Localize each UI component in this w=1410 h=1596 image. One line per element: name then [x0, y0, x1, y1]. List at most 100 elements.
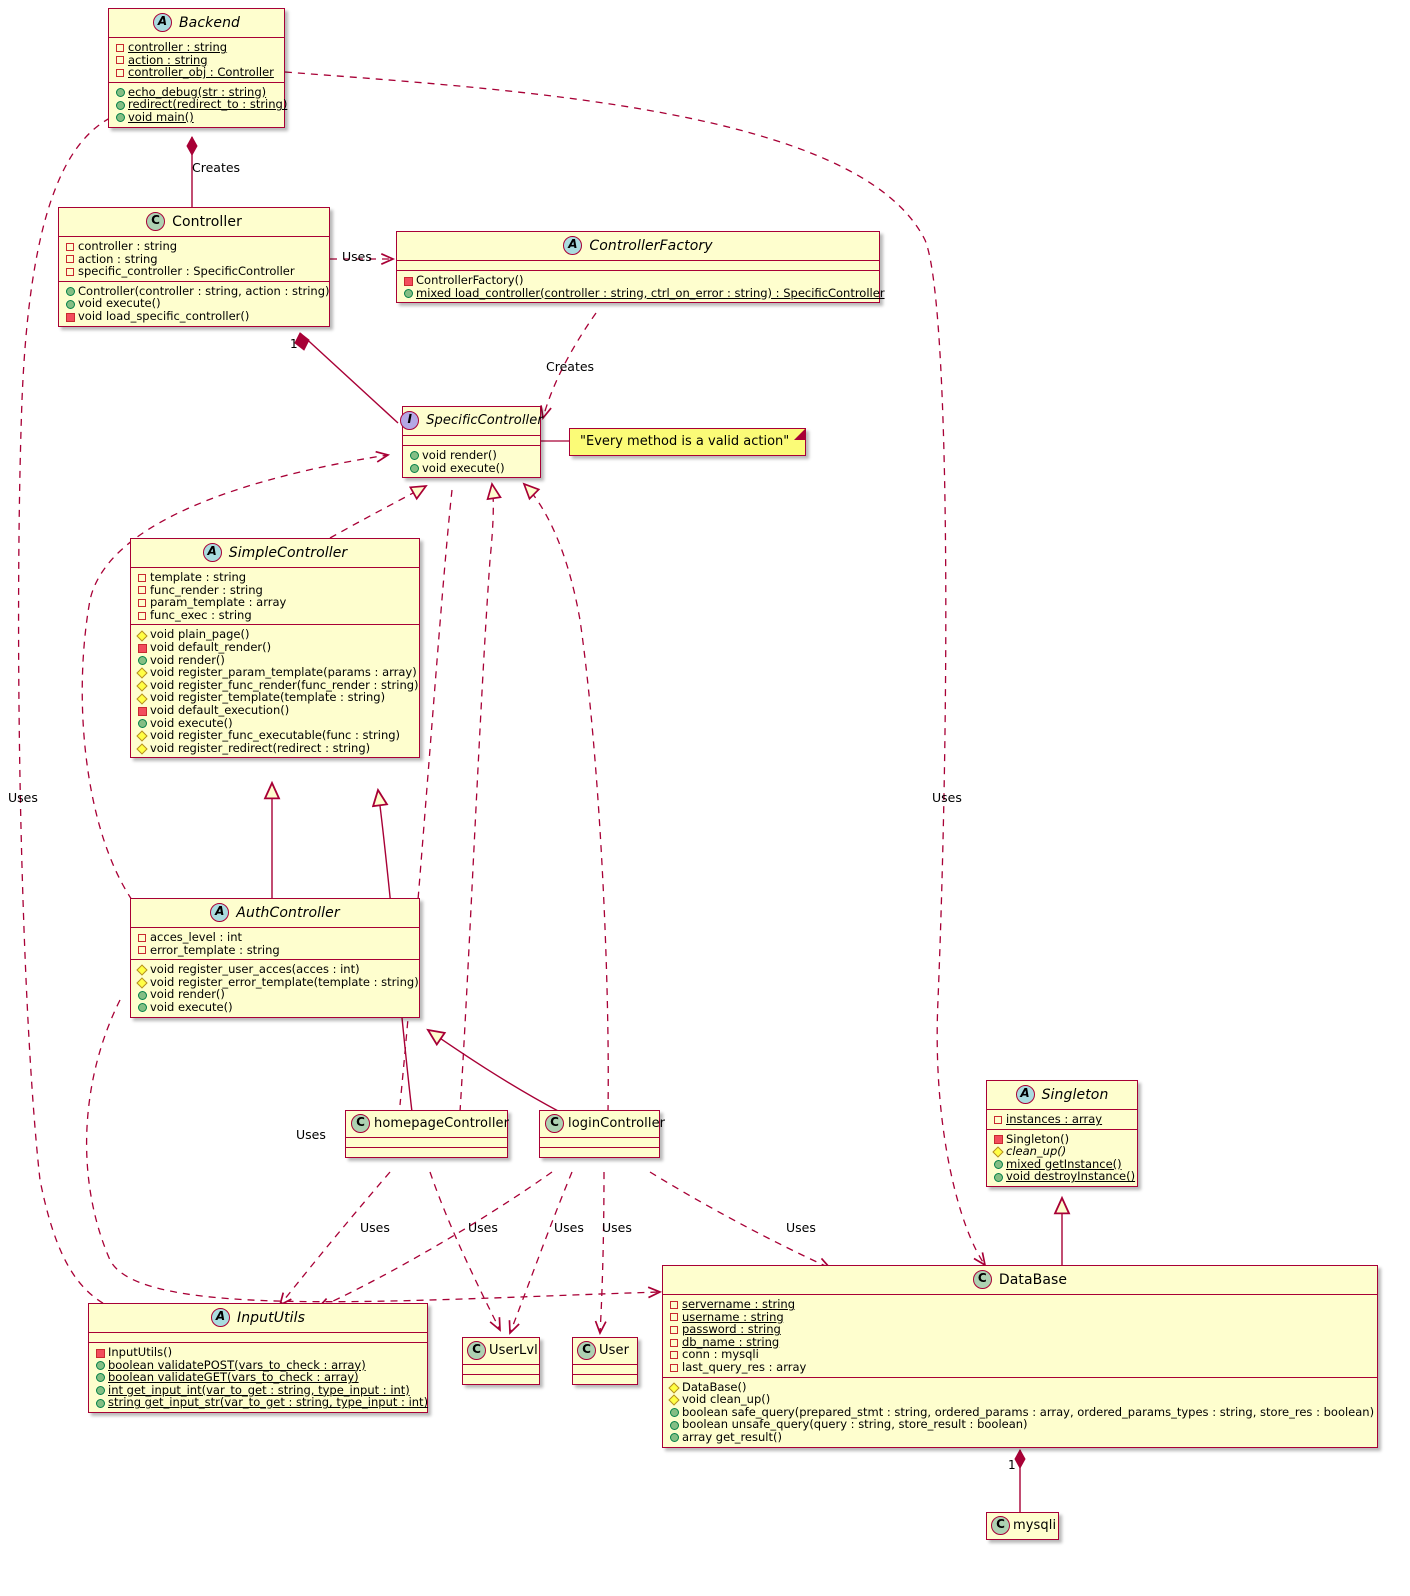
- package-visibility-icon: [65, 242, 74, 251]
- class-box-backend[interactable]: A Backend controller : string action : s…: [108, 8, 287, 128]
- abstract-badge-icon: A: [563, 236, 583, 255]
- method-row: void execute(): [136, 1001, 415, 1014]
- class-badge-icon: C: [972, 1270, 992, 1289]
- class-box-userlvl[interactable]: C UserLvl: [462, 1337, 540, 1385]
- package-visibility-icon: [137, 933, 146, 942]
- public-visibility-icon: [137, 1003, 147, 1013]
- class-header-controller: C Controller: [59, 208, 329, 236]
- class-box-controller[interactable]: C Controller controller : string action …: [58, 207, 330, 327]
- method-row: void load_specific_controller(): [64, 310, 325, 323]
- class-box-mysqli[interactable]: C mysqli: [986, 1512, 1059, 1540]
- protected-visibility-icon: [137, 630, 146, 639]
- package-visibility-icon: [65, 267, 74, 276]
- class-box-specificcontroller[interactable]: I SpecificController void render() void …: [400, 406, 543, 479]
- attribute-row: servername : string: [668, 1298, 1373, 1311]
- class-box-database[interactable]: C DataBase servername : string username …: [662, 1265, 1378, 1448]
- attributes-compartment-user: [573, 1364, 637, 1374]
- attributes-compartment-simplecontroller: template : string func_render : string p…: [131, 567, 419, 624]
- class-box-homepagecontroller[interactable]: C homepageController: [345, 1110, 510, 1158]
- methods-compartment-singleton: Singleton() clean_up() mixed getInstance…: [987, 1128, 1137, 1186]
- class-box-simplecontroller[interactable]: A SimpleController template : string fun…: [130, 538, 420, 759]
- attributes-compartment-authcontroller: acces_level : int error_template : strin…: [131, 927, 419, 959]
- abstract-badge-icon: A: [1015, 1085, 1035, 1104]
- note-every-method-valid-action: "Every method is a valid action": [569, 428, 807, 456]
- public-visibility-icon: [669, 1408, 679, 1418]
- class-box-logincontroller[interactable]: C loginController: [539, 1110, 665, 1158]
- public-visibility-icon: [95, 1373, 105, 1383]
- methods-compartment-user: [573, 1374, 637, 1384]
- public-visibility-icon: [95, 1386, 105, 1396]
- methods-compartment-userlvl: [463, 1374, 539, 1384]
- attribute-row: func_exec : string: [136, 609, 415, 622]
- attribute-row: last_query_res : array: [668, 1361, 1373, 1374]
- class-header-controllerfactory: A ControllerFactory: [397, 232, 879, 260]
- attribute-row: specific_controller : SpecificController: [64, 265, 325, 278]
- package-visibility-icon: [115, 43, 124, 52]
- package-visibility-icon: [993, 1115, 1002, 1124]
- method-row: ControllerFactory(): [402, 274, 875, 287]
- attributes-compartment-homepagecontroller: [346, 1137, 507, 1147]
- attribute-row: controller : string: [114, 41, 280, 54]
- class-name-controller: Controller: [172, 213, 242, 230]
- public-visibility-icon: [409, 463, 419, 473]
- attributes-compartment-backend: controller : string action : string cont…: [109, 37, 284, 82]
- multiplicity-controller-specificcontroller: 1: [290, 337, 298, 351]
- protected-visibility-icon: [137, 681, 146, 690]
- methods-compartment-logincontroller: [540, 1147, 659, 1157]
- methods-compartment-simplecontroller: void plain_page() void default_render() …: [131, 624, 419, 757]
- class-box-inpututils[interactable]: A InputUtils InputUtils() boolean valida…: [88, 1303, 428, 1413]
- protected-visibility-icon: [137, 668, 146, 677]
- private-visibility-icon: [993, 1134, 1003, 1145]
- method-row: clean_up(): [992, 1145, 1133, 1158]
- attribute-row: controller : string: [64, 240, 325, 253]
- attributes-compartment-singleton: instances : array: [987, 1109, 1137, 1129]
- package-visibility-icon: [669, 1300, 678, 1309]
- edge-label-uses-inpututils-2: Uses: [468, 1220, 498, 1235]
- methods-compartment-authcontroller: void register_user_acces(acces : int) vo…: [131, 959, 419, 1016]
- public-visibility-icon: [65, 287, 75, 297]
- class-name-logincontroller: loginController: [568, 1116, 666, 1131]
- class-header-backend: A Backend: [109, 9, 284, 37]
- method-row: void register_user_acces(acces : int): [136, 963, 415, 976]
- class-box-authcontroller[interactable]: A AuthController acces_level : int error…: [130, 898, 420, 1018]
- class-name-user: User: [599, 1343, 630, 1358]
- methods-compartment-controllerfactory: ControllerFactory() mixed load_controlle…: [397, 270, 885, 302]
- class-box-controllerfactory[interactable]: A ControllerFactory ControllerFactory() …: [396, 231, 885, 304]
- package-visibility-icon: [137, 573, 146, 582]
- class-name-singleton: Singleton: [1041, 1086, 1109, 1103]
- attributes-compartment-database: servername : string username : string pa…: [663, 1294, 1377, 1377]
- protected-visibility-icon: [137, 978, 146, 987]
- public-visibility-icon: [669, 1420, 679, 1430]
- class-name-homepagecontroller: homepageController: [374, 1116, 510, 1131]
- attribute-row: password : string: [668, 1323, 1373, 1336]
- methods-compartment-database: DataBase() void clean_up() boolean safe_…: [663, 1376, 1377, 1447]
- package-visibility-icon: [115, 68, 124, 77]
- public-visibility-icon: [65, 299, 75, 309]
- method-row: void default_execution(): [136, 704, 415, 717]
- class-header-mysqli: C mysqli: [987, 1513, 1058, 1539]
- attribute-row: error_template : string: [136, 943, 415, 957]
- method-row: void clean_up(): [668, 1393, 1373, 1406]
- public-visibility-icon: [403, 288, 413, 298]
- multiplicity-database-mysqli: 1: [1008, 1458, 1016, 1472]
- package-visibility-icon: [669, 1363, 678, 1372]
- attributes-compartment-controller: controller : string action : string spec…: [59, 236, 329, 281]
- protected-visibility-icon: [993, 1147, 1002, 1156]
- public-visibility-icon: [993, 1160, 1003, 1170]
- method-row: void main(): [114, 111, 280, 124]
- class-box-singleton[interactable]: A Singleton instances : array Singleton(…: [986, 1080, 1138, 1187]
- method-row: void destroyInstance(): [992, 1170, 1135, 1183]
- method-row: DataBase(): [668, 1380, 1373, 1394]
- class-badge-icon: C: [467, 1341, 486, 1360]
- attribute-row: instances : array: [992, 1113, 1133, 1126]
- package-visibility-icon: [137, 598, 146, 607]
- note-fold-icon: [794, 429, 806, 440]
- method-row: boolean validateGET(vars_to_check : arra…: [94, 1371, 423, 1384]
- method-row: string get_input_str(var_to_get : string…: [94, 1396, 428, 1409]
- class-name-inpututils: InputUtils: [236, 1309, 306, 1326]
- class-box-user[interactable]: C User: [572, 1337, 638, 1385]
- method-row: void render(): [408, 449, 536, 462]
- interface-badge-icon: I: [400, 411, 420, 430]
- class-header-user: C User: [573, 1338, 637, 1364]
- abstract-badge-icon: A: [210, 903, 230, 922]
